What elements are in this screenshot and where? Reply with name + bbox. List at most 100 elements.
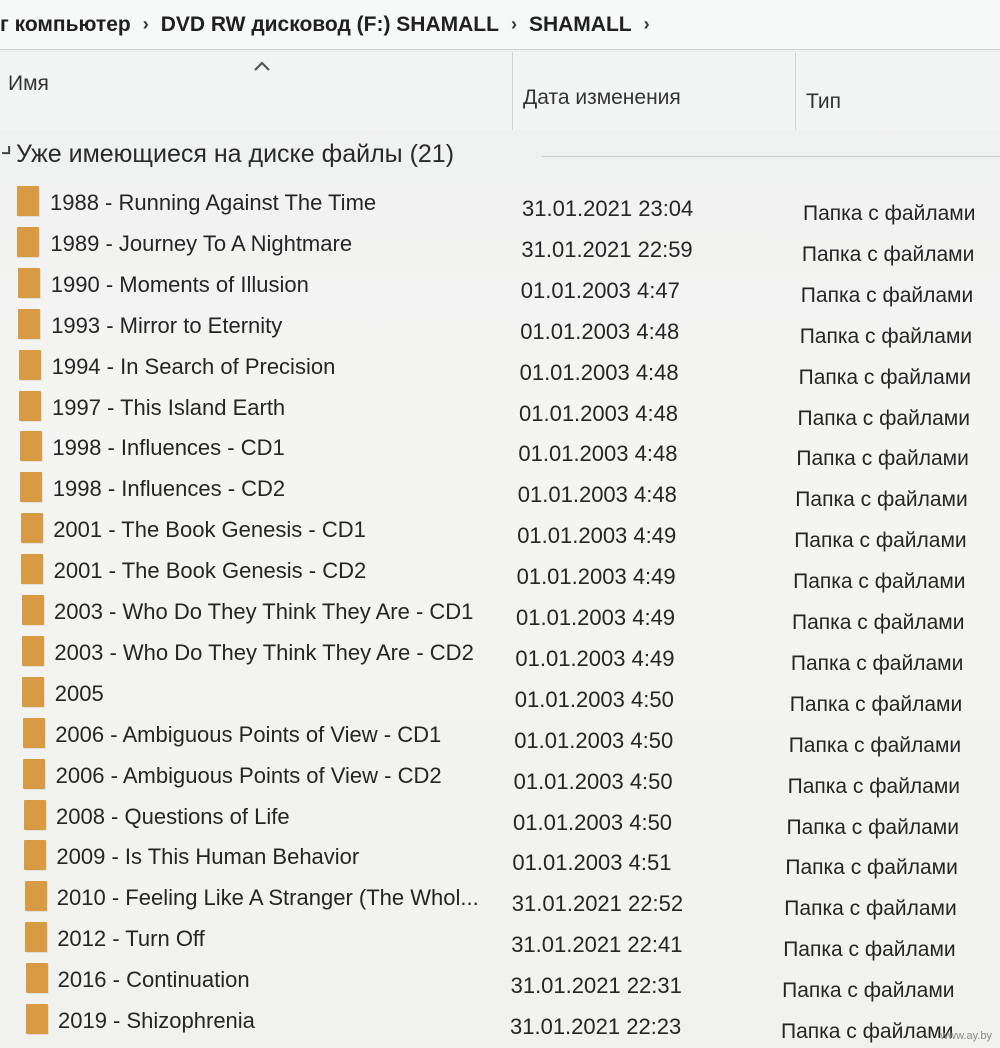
folder-icon: [20, 513, 43, 544]
folder-icon: [21, 635, 44, 666]
file-date: 01.01.2003 4:48: [520, 318, 680, 344]
group-divider: [542, 156, 1000, 157]
column-date-label: Дата изменения: [523, 86, 681, 109]
group-title: Уже имеющиеся на диске файлы (21): [16, 140, 455, 168]
chevron-up-icon: [252, 56, 272, 79]
file-name[interactable]: 2006 - Ambiguous Points of View - CD1: [55, 722, 441, 748]
file-name[interactable]: 1997 - This Island Earth: [52, 395, 285, 421]
file-date: 01.01.2003 4:47: [520, 277, 680, 303]
file-date: 31.01.2021 22:59: [521, 236, 693, 262]
file-date: 01.01.2003 4:48: [519, 359, 679, 385]
file-date: 31.01.2021 23:04: [522, 196, 694, 221]
file-row[interactable]: 2012 - Turn Off 31.01.2021 22:41 Папка с ф…: [0, 916, 1000, 961]
folder-icon: [21, 554, 44, 585]
breadcrumb-separator-icon[interactable]: ›: [632, 14, 662, 35]
file-name[interactable]: 1998 - Influences - CD2: [53, 476, 285, 502]
file-name[interactable]: 1994 - In Search of Precision: [52, 354, 336, 380]
folder-icon: [25, 922, 48, 953]
column-name-label: Имя: [8, 72, 49, 95]
file-name[interactable]: 2009 - Is This Human Behavior: [56, 844, 359, 870]
file-date: 01.01.2003 4:48: [519, 400, 679, 426]
folder-icon: [26, 1004, 48, 1034]
file-row[interactable]: 2006 - Ambiguous Points of View - CD1 01.…: [0, 712, 1000, 757]
column-name-header[interactable]: Имя: [8, 52, 508, 130]
file-date: 01.01.2003 4:48: [518, 441, 678, 467]
file-name[interactable]: 1993 - Mirror to Eternity: [51, 313, 282, 339]
folder-icon: [25, 963, 48, 994]
file-name[interactable]: 2006 - Ambiguous Points of View - CD2: [56, 763, 442, 789]
breadcrumb-item-computer[interactable]: г компьютер: [0, 13, 131, 37]
breadcrumb-separator-icon[interactable]: ›: [131, 14, 161, 35]
file-name[interactable]: 2003 - Who Do They Think They Are - CD1: [54, 599, 473, 625]
file-date: 31.01.2021 22:23: [510, 1014, 682, 1039]
folder-icon: [22, 717, 45, 748]
file-row[interactable]: 2009 - Is This Human Behavior 01.01.2003 …: [0, 834, 1000, 879]
file-date: 01.01.2003 4:50: [513, 809, 673, 835]
file-type: Папка с файлами: [781, 1020, 954, 1043]
file-row[interactable]: 2016 - Continuation 31.01.2021 22:31 Папка…: [0, 957, 1000, 1002]
folder-icon: [20, 472, 43, 503]
file-row[interactable]: 2003 - Who Do They Think They Are - CD1 0…: [0, 589, 1000, 634]
breadcrumb-item-shamall[interactable]: SHAMALL: [529, 13, 632, 37]
breadcrumb-separator-icon[interactable]: ›: [499, 14, 529, 35]
column-type-label: Тип: [806, 90, 842, 113]
column-header: Имя Дата изменения Тип: [0, 52, 1000, 130]
file-row[interactable]: 1993 - Mirror to Eternity 01.01.2003 4:48…: [0, 303, 1000, 348]
file-name[interactable]: 2010 - Feeling Like A Stranger (The Whol…: [57, 885, 479, 911]
folder-icon: [21, 595, 44, 625]
file-name[interactable]: 2016 - Continuation: [58, 967, 250, 993]
file-row[interactable]: 1989 - Journey To A Nightmare 31.01.2021 …: [0, 221, 1000, 266]
file-name[interactable]: 2019 - Shizophrenia: [58, 1008, 255, 1034]
file-row[interactable]: 2003 - Who Do They Think They Are - CD2 0…: [0, 630, 1000, 675]
file-name[interactable]: 1988 - Running Against The Time: [50, 190, 376, 216]
file-name[interactable]: 2005: [55, 681, 104, 707]
file-name[interactable]: 2008 - Questions of Life: [56, 804, 290, 830]
file-name[interactable]: 1989 - Journey To A Nightmare: [50, 231, 352, 257]
file-date: 01.01.2003 4:50: [514, 686, 674, 712]
file-row[interactable]: 2006 - Ambiguous Points of View - CD2 01.…: [0, 753, 1000, 798]
file-name[interactable]: 2001 - The Book Genesis - CD1: [53, 517, 366, 543]
file-name[interactable]: 2001 - The Book Genesis - CD2: [54, 558, 367, 584]
breadcrumb[interactable]: г компьютер › DVD RW дисковод (F:) SHAMA…: [0, 0, 1000, 50]
file-row[interactable]: 1988 - Running Against The Time 31.01.202…: [0, 180, 1000, 225]
watermark: www.ay.by: [940, 1030, 992, 1042]
file-row[interactable]: 2005 01.01.2003 4:50 Папка с файлами: [0, 671, 1000, 716]
file-row[interactable]: 2008 - Questions of Life 01.01.2003 4:50 П…: [0, 794, 1000, 839]
file-date: 01.01.2003 4:49: [516, 605, 676, 630]
folder-icon: [24, 881, 47, 912]
group-header[interactable]: Уже имеющиеся на диске файлы (21): [0, 134, 1000, 178]
file-date: 01.01.2003 4:49: [516, 564, 676, 590]
folder-icon: [24, 840, 47, 871]
chevron-down-icon[interactable]: [0, 138, 14, 161]
file-date: 31.01.2021 22:31: [510, 973, 682, 999]
file-date: 01.01.2003 4:49: [515, 645, 675, 671]
file-row[interactable]: 1997 - This Island Earth 01.01.2003 4:48 П…: [0, 385, 1000, 430]
file-name[interactable]: 1990 - Moments of Illusion: [51, 272, 309, 298]
file-name[interactable]: 2003 - Who Do They Think They Are - CD2: [54, 640, 473, 666]
file-date: 01.01.2003 4:50: [514, 727, 674, 753]
file-row[interactable]: 1990 - Moments of Illusion 01.01.2003 4:4…: [0, 262, 1000, 307]
file-name[interactable]: 2012 - Turn Off: [57, 926, 205, 952]
file-row[interactable]: 2001 - The Book Genesis - CD1 01.01.2003 …: [0, 507, 1000, 552]
folder-icon: [23, 799, 46, 830]
file-date: 01.01.2003 4:50: [513, 768, 673, 794]
column-type-header[interactable]: Тип: [795, 52, 1000, 130]
folder-icon: [19, 431, 42, 462]
folder-icon: [17, 226, 40, 257]
folder-icon: [19, 390, 42, 421]
folder-icon: [17, 186, 39, 216]
file-row[interactable]: 1998 - Influences - CD1 01.01.2003 4:48 Па…: [0, 425, 1000, 470]
file-name[interactable]: 1998 - Influences - CD1: [52, 435, 284, 461]
file-date: 01.01.2003 4:51: [512, 850, 672, 876]
breadcrumb-item-dvd-drive[interactable]: DVD RW дисковод (F:) SHAMALL: [161, 13, 499, 37]
file-date: 01.01.2003 4:49: [517, 523, 677, 549]
file-row[interactable]: 2010 - Feeling Like A Stranger (The Whol…: [0, 875, 1000, 920]
file-date: 31.01.2021 22:52: [511, 891, 684, 917]
column-date-header[interactable]: Дата изменения: [512, 52, 793, 130]
folder-icon: [22, 676, 45, 707]
file-row[interactable]: 1998 - Influences - CD2 01.01.2003 4:48 Па…: [0, 466, 1000, 511]
file-row[interactable]: 1994 - In Search of Precision 01.01.2003 …: [0, 344, 1000, 389]
file-row[interactable]: 2001 - The Book Genesis - CD2 01.01.2003 …: [0, 548, 1000, 593]
file-date: 01.01.2003 4:48: [517, 482, 677, 508]
file-row[interactable]: 2019 - Shizophrenia 31.01.2021 22:23 Папка…: [0, 998, 1000, 1043]
